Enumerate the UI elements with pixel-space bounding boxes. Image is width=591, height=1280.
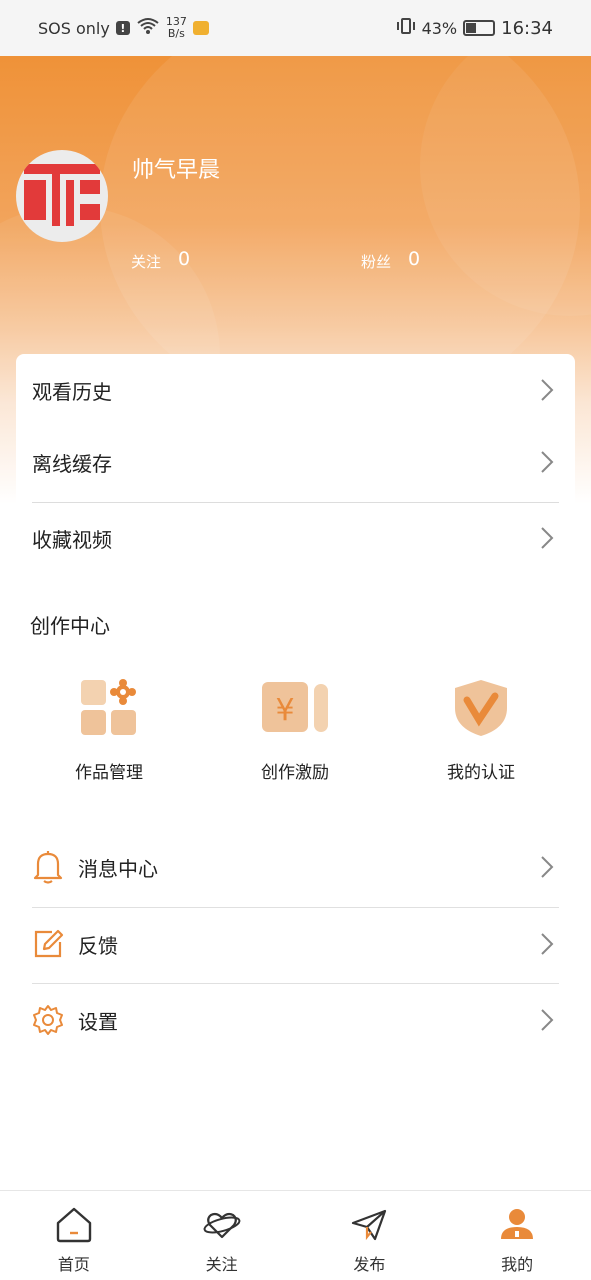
- notification-app-icon: [192, 21, 209, 35]
- bell-icon: [32, 849, 64, 885]
- creation-center-card: 创作中心 作品管理 ¥ 创作激励 我的认证: [16, 592, 575, 806]
- avatar[interactable]: [16, 150, 108, 242]
- nav-tab-home[interactable]: 首页: [0, 1191, 148, 1280]
- alert-icon: !: [115, 21, 130, 35]
- tool-label: 我的认证: [447, 763, 515, 783]
- nav-tab-mine[interactable]: 我的: [443, 1191, 591, 1280]
- menu-item-favorite-videos[interactable]: 收藏视频: [32, 502, 559, 574]
- edit-icon: [32, 926, 64, 962]
- menu-item-label: 观看历史: [32, 379, 112, 404]
- nav-tab-following[interactable]: 关注: [148, 1191, 296, 1280]
- paper-plane-icon: [349, 1205, 389, 1245]
- carrier-text: SOS only: [38, 18, 110, 38]
- list-item-settings[interactable]: 设置: [32, 982, 559, 1058]
- svg-text:¥: ¥: [275, 693, 294, 728]
- tool-creation-incentive[interactable]: ¥ 创作激励: [215, 678, 375, 783]
- tool-works-management[interactable]: 作品管理: [29, 678, 189, 783]
- heart-planet-icon: [202, 1205, 242, 1245]
- list-item-label: 设置: [78, 1009, 118, 1034]
- tool-my-certification[interactable]: 我的认证: [401, 678, 561, 783]
- chevron-right-icon: [535, 378, 559, 402]
- fans-label[interactable]: 粉丝: [361, 251, 391, 272]
- nav-label: 发布: [353, 1255, 386, 1274]
- net-speed: 137 B/s: [166, 16, 187, 40]
- menu-item-label: 离线缓存: [32, 451, 112, 476]
- clock: 16:34: [501, 17, 553, 39]
- fans-count[interactable]: 0: [408, 248, 420, 270]
- list-item-label: 反馈: [78, 933, 118, 958]
- list-item-feedback[interactable]: 反馈: [32, 906, 559, 982]
- wifi-icon: [136, 17, 160, 39]
- works-grid-icon: [79, 678, 139, 742]
- list-item-label: 消息中心: [78, 856, 158, 881]
- following-count[interactable]: 0: [178, 248, 190, 270]
- menu-item-label: 收藏视频: [32, 527, 112, 552]
- nav-label: 我的: [501, 1255, 534, 1274]
- battery-icon: [463, 20, 496, 36]
- bottom-nav: 首页 关注 发布 我的: [0, 1190, 591, 1280]
- tool-label: 作品管理: [75, 763, 143, 783]
- tool-label: 创作激励: [261, 763, 329, 783]
- gear-icon: [32, 1002, 64, 1038]
- verified-shield-icon: [451, 678, 511, 742]
- chevron-right-icon: [535, 526, 559, 550]
- menu-item-watch-history[interactable]: 观看历史: [32, 354, 559, 426]
- yen-coin-icon: ¥: [260, 678, 330, 742]
- chevron-right-icon: [535, 450, 559, 474]
- user-icon: [497, 1205, 537, 1245]
- chevron-right-icon: [535, 1008, 559, 1032]
- home-icon: [54, 1205, 94, 1245]
- avatar-logo-icon: [24, 164, 100, 226]
- nav-tab-publish[interactable]: 发布: [296, 1191, 444, 1280]
- battery-percent: 43%: [421, 18, 458, 38]
- following-label[interactable]: 关注: [131, 251, 161, 272]
- menu-item-offline-cache[interactable]: 离线缓存: [32, 426, 559, 498]
- username[interactable]: 帅气早晨: [132, 152, 220, 184]
- net-speed-unit: B/s: [167, 27, 185, 40]
- chevron-right-icon: [535, 855, 559, 879]
- vibrate-icon: [396, 17, 416, 39]
- history-menu-card: 观看历史 离线缓存 收藏视频: [16, 354, 575, 570]
- section-title: 创作中心: [30, 614, 110, 638]
- nav-label: 关注: [205, 1255, 238, 1274]
- chevron-right-icon: [535, 932, 559, 956]
- list-item-message-center[interactable]: 消息中心: [32, 829, 559, 905]
- nav-label: 首页: [57, 1255, 90, 1274]
- status-bar: SOS only ! 137 B/s 43% 16:34: [0, 0, 591, 56]
